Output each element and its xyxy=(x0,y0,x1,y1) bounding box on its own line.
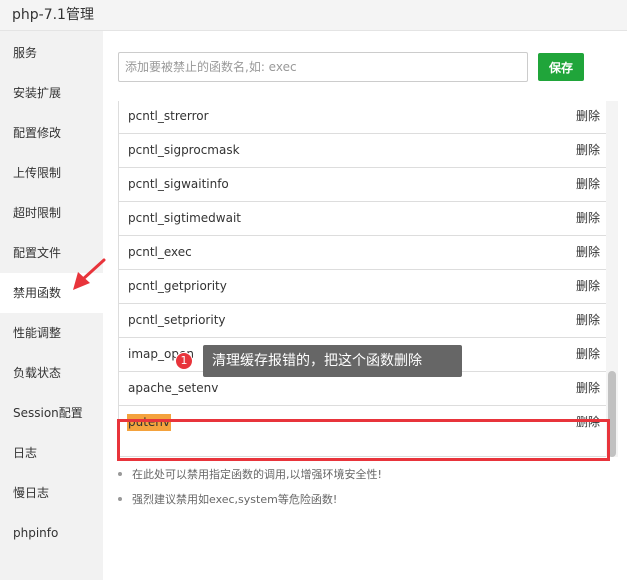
delete-link[interactable]: 删除 xyxy=(576,236,600,269)
table-row: apache_setenv 删除 xyxy=(119,372,606,406)
delete-link[interactable]: 删除 xyxy=(576,372,600,405)
sidebar-item-session-config[interactable]: Session配置 xyxy=(0,393,103,433)
disabled-functions-list: pcntl_strerror 删除 pcntl_sigprocmask 删除 p… xyxy=(118,101,606,457)
table-row: pcntl_setpriority 删除 xyxy=(119,304,606,338)
save-button[interactable]: 保存 xyxy=(538,53,584,81)
bullet-icon xyxy=(118,472,122,476)
sidebar-item-log[interactable]: 日志 xyxy=(0,433,103,473)
list-scrollbar[interactable] xyxy=(606,101,618,457)
sidebar-item-install-extension[interactable]: 安装扩展 xyxy=(0,73,103,113)
delete-link[interactable]: 删除 xyxy=(576,304,600,337)
sidebar-item-disable-functions[interactable]: 禁用函数 xyxy=(0,273,103,313)
php-manager-window: php-7.1管理 服务 安装扩展 配置修改 上传限制 超时限制 配置文件 禁用… xyxy=(0,0,627,580)
help-note: 强烈建议禁用如exec,system等危险函数! xyxy=(118,491,538,507)
table-row: pcntl_exec 删除 xyxy=(119,236,606,270)
sidebar-item-phpinfo[interactable]: phpinfo xyxy=(0,513,103,553)
annotation-tooltip: 清理缓存报错的，把这个函数删除 xyxy=(203,345,462,377)
delete-link[interactable]: 删除 xyxy=(576,101,600,133)
delete-link[interactable]: 删除 xyxy=(576,168,600,201)
window-title: php-7.1管理 xyxy=(12,7,94,23)
function-name: pcntl_setpriority xyxy=(128,313,226,327)
function-name-input[interactable] xyxy=(118,52,528,82)
table-row: pcntl_sigprocmask 删除 xyxy=(119,134,606,168)
table-row: pcntl_sigwaitinfo 删除 xyxy=(119,168,606,202)
sidebar-item-service[interactable]: 服务 xyxy=(0,33,103,73)
table-row: pcntl_sigtimedwait 删除 xyxy=(119,202,606,236)
annotation-number-badge: 1 xyxy=(175,352,193,370)
highlight-frame xyxy=(117,419,610,461)
table-row: pcntl_strerror 删除 xyxy=(119,101,606,134)
function-name: pcntl_strerror xyxy=(128,109,209,123)
sidebar-item-timeout-limit[interactable]: 超时限制 xyxy=(0,193,103,233)
delete-link[interactable]: 删除 xyxy=(576,134,600,167)
bullet-icon xyxy=(118,497,122,501)
sidebar-item-config-file[interactable]: 配置文件 xyxy=(0,233,103,273)
function-name: pcntl_sigprocmask xyxy=(128,143,240,157)
sidebar-item-load-status[interactable]: 负载状态 xyxy=(0,353,103,393)
help-note: 在此处可以禁用指定函数的调用,以增强环境安全性! xyxy=(118,466,538,482)
function-name: pcntl_getpriority xyxy=(128,279,227,293)
delete-link[interactable]: 删除 xyxy=(576,202,600,235)
sidebar-item-slow-log[interactable]: 慢日志 xyxy=(0,473,103,513)
sidebar-item-performance[interactable]: 性能调整 xyxy=(0,313,103,353)
sidebar-item-config-modify[interactable]: 配置修改 xyxy=(0,113,103,153)
table-row: pcntl_getpriority 删除 xyxy=(119,270,606,304)
function-name: pcntl_sigtimedwait xyxy=(128,211,241,225)
delete-link[interactable]: 删除 xyxy=(576,270,600,303)
delete-link[interactable]: 删除 xyxy=(576,338,600,371)
window-titlebar: php-7.1管理 xyxy=(0,0,627,31)
function-name: pcntl_exec xyxy=(128,245,192,259)
sidebar: 服务 安装扩展 配置修改 上传限制 超时限制 配置文件 禁用函数 性能调整 负载… xyxy=(0,31,103,580)
function-name: pcntl_sigwaitinfo xyxy=(128,177,229,191)
sidebar-item-upload-limit[interactable]: 上传限制 xyxy=(0,153,103,193)
